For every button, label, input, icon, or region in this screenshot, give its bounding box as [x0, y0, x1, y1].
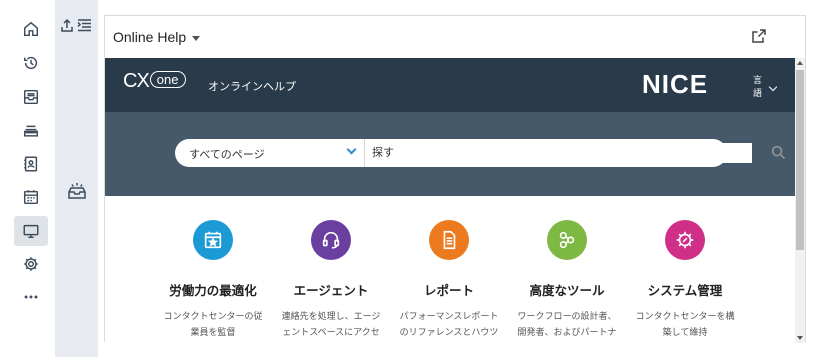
- language-selector[interactable]: 言語: [753, 74, 763, 100]
- list-indent-icon[interactable]: [77, 18, 92, 39]
- tile-title: システム管理: [647, 284, 723, 298]
- help-content-frame: CX one オンラインヘルプ NICE 言語 すべてのページ 探す 労働力の最…: [105, 58, 795, 343]
- gear-icon[interactable]: [14, 249, 48, 279]
- scroll-down-icon[interactable]: [797, 336, 803, 340]
- tile-title: 労働力の最適化: [169, 284, 257, 298]
- popout-icon[interactable]: [751, 28, 767, 49]
- search-input[interactable]: [372, 143, 752, 163]
- category-tiles: 労働力の最適化 コンタクトセンターの従 業員を監督 エージェント 連絡先を処理し、…: [105, 196, 795, 343]
- list-icon[interactable]: [14, 115, 48, 145]
- scroll-up-icon[interactable]: [797, 61, 803, 65]
- monitor-icon[interactable]: [14, 216, 48, 246]
- tile-advanced-tools[interactable]: 高度なツール ワークフローの設計者、 開発者、およびパートナ: [507, 196, 627, 340]
- tile-title: 高度なツール: [529, 284, 605, 298]
- scrollbar-thumb[interactable]: [796, 70, 804, 250]
- logo-badge: one: [149, 71, 186, 88]
- secondary-panel: [55, 0, 98, 357]
- tile-reports[interactable]: レポート パフォーマンスレポート のリファレンスとハウツ: [389, 196, 509, 340]
- search-divider: [364, 139, 365, 167]
- language-chevron-icon[interactable]: [768, 82, 778, 92]
- tile-desc: ワークフローの設計者、 開発者、およびパートナ: [517, 311, 617, 337]
- banner-title: オンラインヘルプ: [208, 81, 296, 93]
- tile-title: エージェント: [293, 284, 369, 298]
- gear-wrench-icon: [665, 220, 705, 260]
- tile-desc: 連絡先を処理し、エージ ェントスペースにアクセ: [281, 311, 381, 337]
- left-nav-rail: [0, 0, 55, 357]
- workflow-icon: [547, 220, 587, 260]
- search-band: すべてのページ: [105, 112, 795, 196]
- cxone-logo[interactable]: CX one: [123, 70, 186, 93]
- tile-system-admin[interactable]: システム管理 コンタクトセンターを構 築して維持: [625, 196, 745, 340]
- nice-logo: NICE: [642, 69, 709, 99]
- online-help-card: Online Help CX one オンラインヘルプ NICE 言語 すべてのペ…: [104, 15, 806, 343]
- card-header: Online Help: [105, 16, 805, 58]
- tile-workforce[interactable]: 労働力の最適化 コンタクトセンターの従 業員を監督: [153, 196, 273, 340]
- home-icon[interactable]: [14, 14, 48, 44]
- empty-inbox-icon: [66, 182, 88, 207]
- more-icon[interactable]: [14, 282, 48, 312]
- help-banner: CX one オンラインヘルプ NICE 言語: [105, 58, 795, 112]
- vertical-scrollbar[interactable]: [795, 58, 805, 343]
- search-icon[interactable]: [771, 145, 786, 165]
- tile-desc: コンタクトセンターの従 業員を監督: [163, 311, 263, 337]
- tile-desc: パフォーマンスレポート のリファレンスとハウツ: [399, 311, 499, 337]
- headset-icon: [311, 220, 351, 260]
- search-box: すべてのページ: [175, 139, 786, 167]
- search-scope-select[interactable]: すべてのページ: [189, 146, 265, 162]
- tile-title: レポート: [423, 284, 474, 298]
- upload-icon[interactable]: [60, 18, 74, 39]
- tile-desc: コンタクトセンターを構 築して維持: [635, 311, 735, 337]
- scope-chevron-icon[interactable]: [346, 144, 357, 155]
- calendar-icon[interactable]: [14, 182, 48, 212]
- tile-agent[interactable]: エージェント 連絡先を処理し、エージ ェントスペースにアクセ: [271, 196, 391, 340]
- inbox-icon[interactable]: [14, 82, 48, 112]
- card-title[interactable]: Online Help: [113, 29, 186, 45]
- chevron-down-icon[interactable]: [192, 36, 200, 41]
- history-icon[interactable]: [14, 48, 48, 78]
- logo-text: CX: [123, 70, 150, 92]
- document-icon: [429, 220, 469, 260]
- contacts-icon[interactable]: [14, 149, 48, 179]
- calendar-star-icon: [193, 220, 233, 260]
